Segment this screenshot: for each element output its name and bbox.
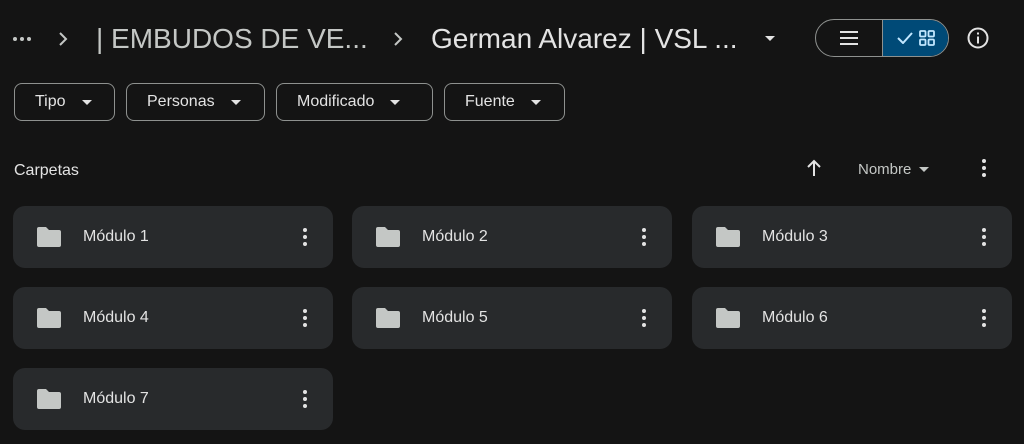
breadcrumb-parent[interactable]: | EMBUDOS DE VE... [96,20,368,58]
chevron-right-icon [57,24,69,54]
folder-card[interactable]: Módulo 2 [352,206,672,268]
dot [982,166,986,170]
folder-more-button[interactable] [632,306,656,330]
folder-name: Módulo 6 [762,309,828,326]
filter-label: Tipo [35,93,66,110]
filter-modificado[interactable]: Modificado [276,83,433,121]
sort-field-button[interactable]: Nombre [858,159,930,179]
folder-card[interactable]: Módulo 1 [13,206,333,268]
info-icon [967,27,989,49]
dot [13,37,17,41]
folder-more-button[interactable] [293,225,317,249]
filter-fuente[interactable]: Fuente [444,83,565,121]
sort-direction-button[interactable] [802,156,826,180]
arrow-up-icon [807,159,821,176]
filter-label: Personas [147,93,215,110]
filter-label: Modificado [297,93,375,110]
folder-icon [716,308,740,328]
caret-down-icon [81,99,92,105]
folder-more-button[interactable] [632,225,656,249]
grid-view-button[interactable] [883,20,948,56]
caret-down-icon [390,99,401,105]
folder-card[interactable]: Módulo 3 [692,206,1012,268]
folder-name: Módulo 7 [83,390,149,407]
folder-card[interactable]: Módulo 5 [352,287,672,349]
folder-card[interactable]: Módulo 6 [692,287,1012,349]
folder-icon [376,227,400,247]
view-toggle [815,19,949,57]
dot [27,37,31,41]
caret-down-icon [919,166,930,172]
folder-name: Módulo 5 [422,309,488,326]
caret-down-icon [530,99,541,105]
folder-icon [716,227,740,247]
folder-more-button[interactable] [972,225,996,249]
folder-icon [376,308,400,328]
grid-view-icon [918,30,935,46]
filter-tipo[interactable]: Tipo [14,83,115,121]
folder-card[interactable]: Módulo 7 [13,368,333,430]
folder-more-button[interactable] [293,387,317,411]
list-view-icon [840,31,858,45]
folder-more-button[interactable] [293,306,317,330]
section-title: Carpetas [14,162,79,179]
info-button[interactable] [966,26,990,50]
section-more-button[interactable] [972,156,996,180]
check-icon [896,32,913,44]
breadcrumb-current[interactable]: German Alvarez | VSL ... [431,20,738,58]
dot [982,173,986,177]
caret-down-icon [230,99,241,105]
folder-name: Módulo 1 [83,228,149,245]
folder-name: Módulo 4 [83,309,149,326]
dot [20,37,24,41]
filter-label: Fuente [465,93,515,110]
folder-name: Módulo 2 [422,228,488,245]
top-bar: | EMBUDOS DE VE... German Alvarez | VSL … [0,0,1024,80]
folder-icon [37,308,61,328]
folder-icon [37,389,61,409]
folder-more-button[interactable] [972,306,996,330]
list-view-button[interactable] [816,20,883,56]
filter-personas[interactable]: Personas [126,83,265,121]
sort-label: Nombre [858,160,912,178]
dot [982,159,986,163]
folder-card[interactable]: Módulo 4 [13,287,333,349]
folder-icon [37,227,61,247]
breadcrumb-more-button[interactable] [10,24,34,54]
chevron-right-icon [392,24,404,54]
caret-down-icon[interactable] [765,36,775,41]
folder-name: Módulo 3 [762,228,828,245]
